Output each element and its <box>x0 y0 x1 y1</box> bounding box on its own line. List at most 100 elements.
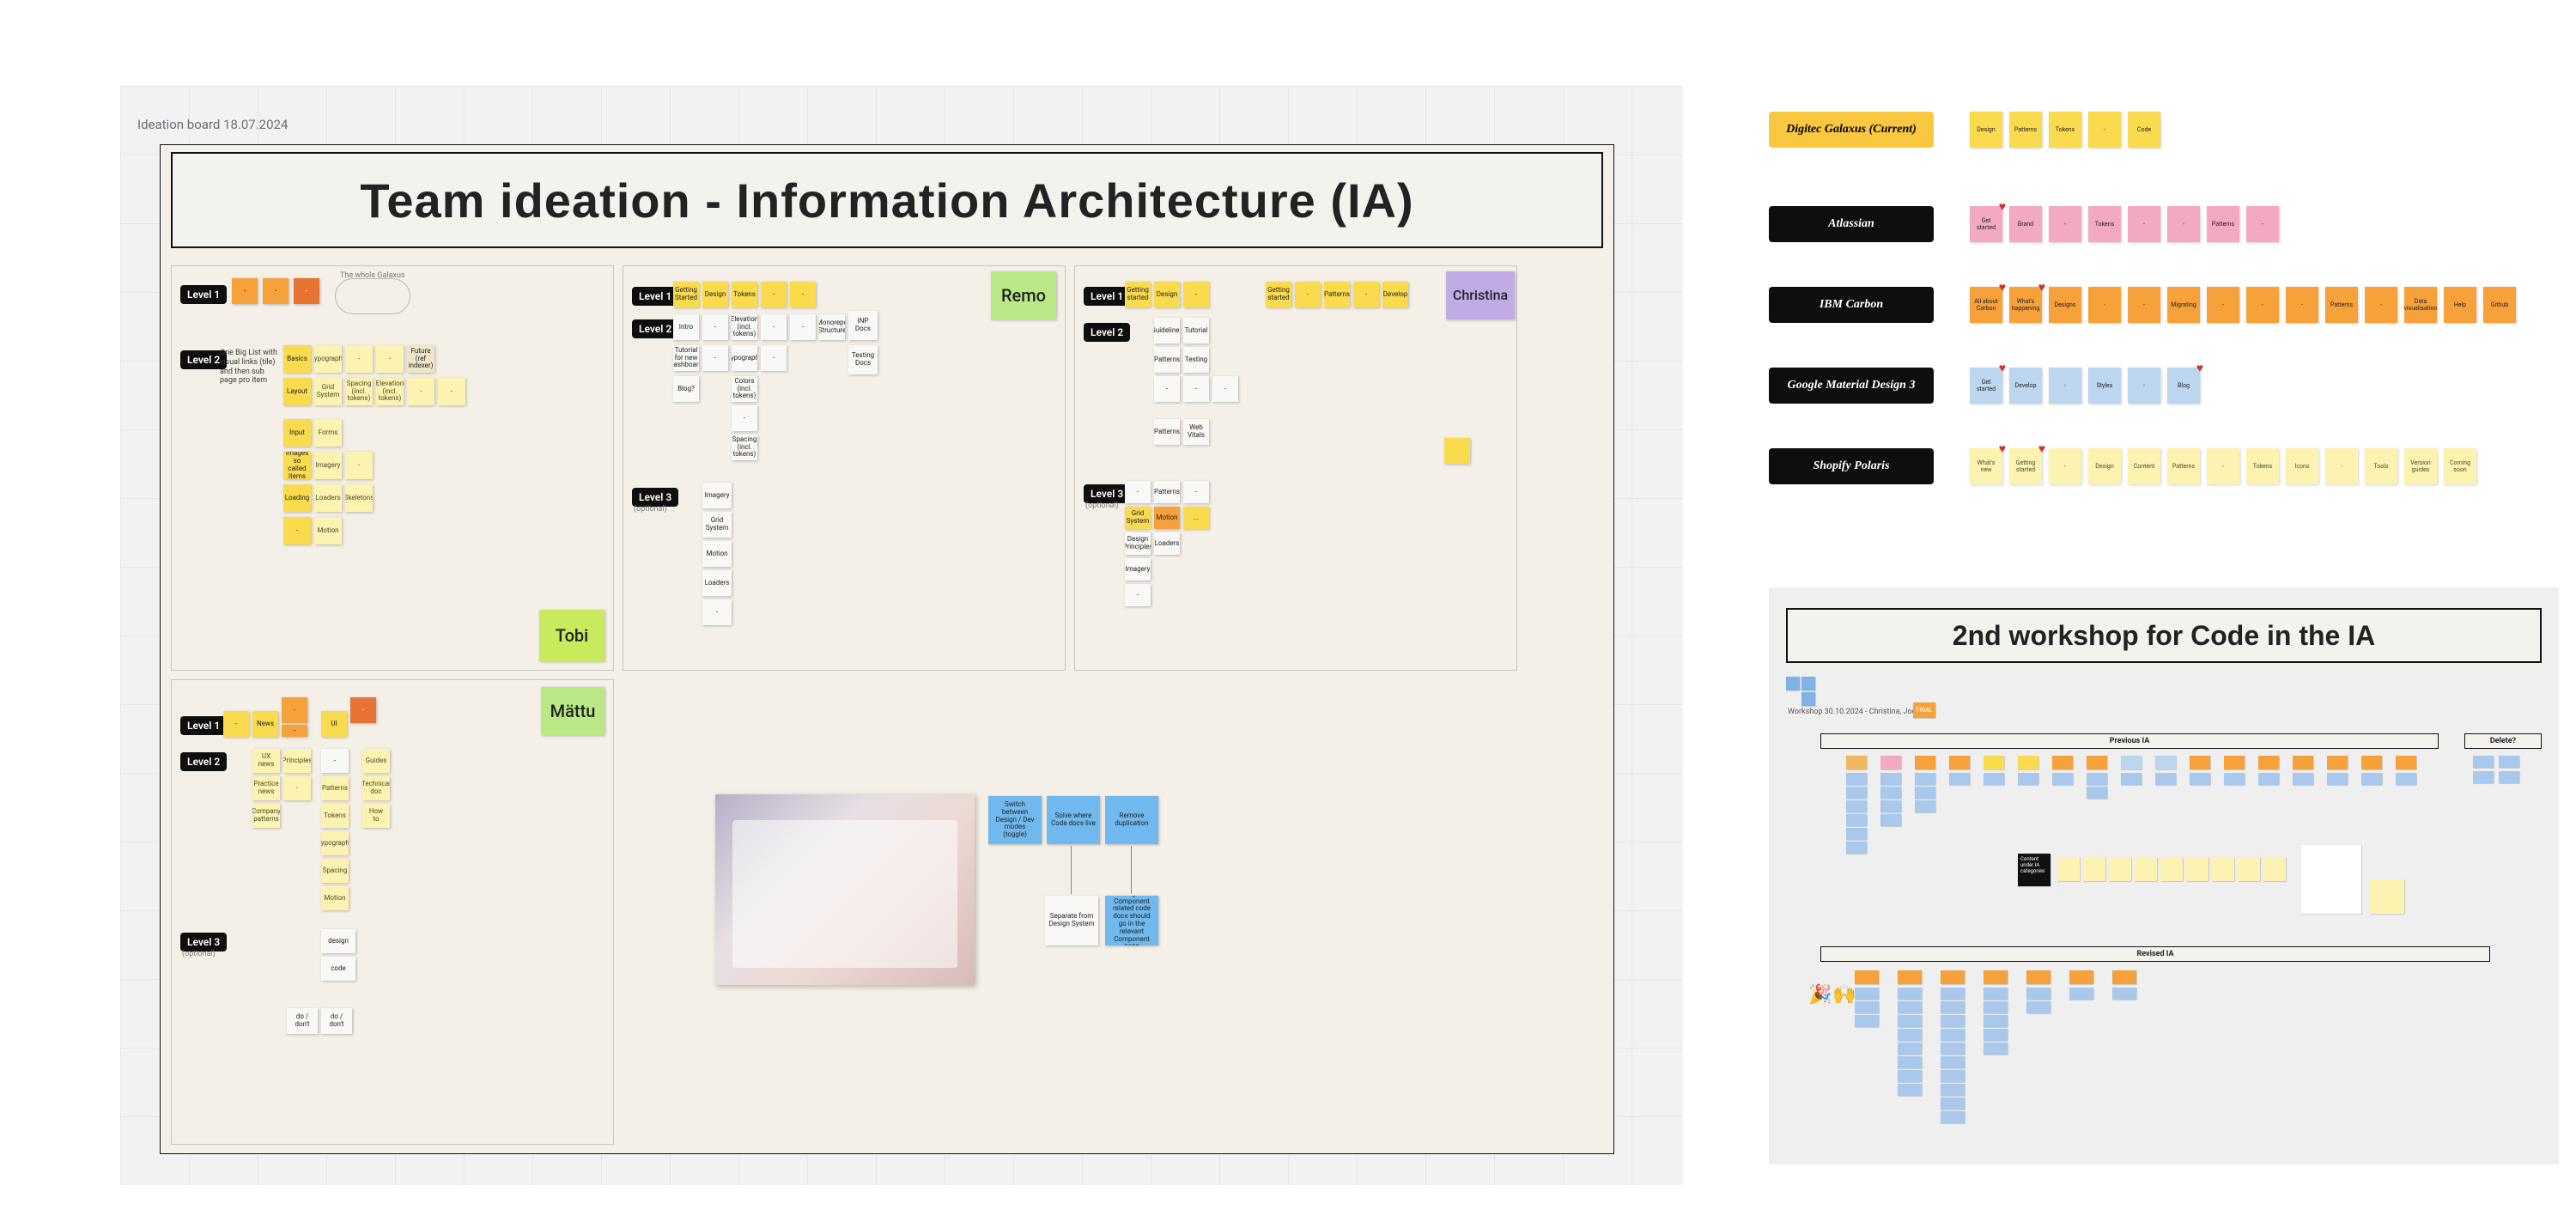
sticky-note[interactable]: design <box>321 929 355 953</box>
ref-note[interactable]: Tokens <box>2088 206 2121 242</box>
ref-note[interactable]: Migrating <box>2167 287 2200 323</box>
mini-note[interactable] <box>2112 988 2136 1000</box>
mini-note[interactable] <box>2499 756 2519 768</box>
mini-note[interactable] <box>1898 1070 1922 1082</box>
ref-note[interactable]: - <box>2246 206 2279 242</box>
sticky-note[interactable]: Guidelines <box>1154 318 1180 344</box>
mini-note[interactable] <box>1898 970 1922 984</box>
ref-row-carbon[interactable]: IBM Carbon All about Carbon What's happe… <box>1769 287 2516 323</box>
sticky-note[interactable]: Getting started <box>1125 282 1151 307</box>
sticky-note[interactable]: - <box>702 599 732 625</box>
sticky-note[interactable]: - <box>702 345 728 371</box>
mini-note[interactable] <box>1941 970 1965 984</box>
ref-note[interactable]: Patterns <box>2009 112 2042 148</box>
ref-note[interactable]: Getting started <box>2009 448 2042 484</box>
ref-note[interactable]: Styles <box>2088 368 2121 404</box>
sticky-note[interactable]: - <box>790 282 816 307</box>
sticky-note[interactable]: Tokens <box>732 282 757 307</box>
ref-row-atlassian[interactable]: Atlassian Get started Brand - Tokens - -… <box>1769 206 2279 242</box>
ref-note[interactable]: Tools <box>2365 448 2397 484</box>
mini-note[interactable] <box>2155 756 2176 769</box>
mini-note[interactable] <box>1941 1070 1965 1082</box>
sticky-note[interactable]: How to <box>362 804 390 828</box>
ref-note[interactable]: Designs <box>2049 287 2081 323</box>
mini-note[interactable] <box>2361 773 2382 785</box>
sticky-note[interactable]: Grid System <box>702 512 732 538</box>
mini-note[interactable] <box>2087 756 2107 769</box>
ref-note[interactable]: Content <box>2128 448 2160 484</box>
ref-note[interactable]: Get started <box>1970 206 2002 242</box>
mini-note[interactable] <box>1941 1056 1965 1068</box>
whiteboard-photo[interactable] <box>715 794 975 985</box>
sticky-note[interactable]: - <box>1125 584 1151 606</box>
mini-note[interactable] <box>2083 857 2105 881</box>
sticky-note[interactable]: - <box>1183 282 1209 307</box>
sticky-note[interactable]: do / don't <box>287 1008 318 1034</box>
mini-note[interactable] <box>2186 857 2208 881</box>
ref-note[interactable]: Patterns <box>2325 287 2358 323</box>
sticky-note[interactable]: Develop <box>1382 282 1408 307</box>
sticky-note[interactable]: - <box>282 725 307 737</box>
ref-note[interactable]: - <box>2049 368 2081 404</box>
ref-note[interactable]: Patterns <box>2167 448 2200 484</box>
mini-note[interactable] <box>1880 773 1901 785</box>
panel-mattu[interactable]: Mättu Level 1 - News - - UI - Level 2 UX… <box>171 679 614 1145</box>
sticky-note[interactable]: Monorepo Structure <box>819 314 845 340</box>
sticky-note[interactable]: - <box>702 314 728 340</box>
mini-note[interactable] <box>1941 1015 1965 1027</box>
mini-note[interactable] <box>2238 857 2260 881</box>
mini-note[interactable] <box>1941 1111 1965 1123</box>
sticky-note[interactable]: Switch between Design / Dev modes (toggl… <box>988 796 1042 844</box>
sticky-note[interactable]: code <box>321 957 355 981</box>
sticky-note[interactable]: Typography <box>321 831 349 855</box>
sticky-note[interactable]: News <box>252 711 278 737</box>
sticky-note[interactable]: Getting Started <box>673 282 699 307</box>
sticky-note[interactable]: Elevation (incl. tokens) <box>376 378 404 405</box>
mini-note[interactable] <box>1941 1043 1965 1055</box>
mini-note[interactable] <box>2190 756 2210 769</box>
mini-note[interactable] <box>2293 756 2313 769</box>
mini-note[interactable] <box>2052 756 2073 769</box>
mini-note[interactable] <box>2473 771 2494 783</box>
author-tag[interactable]: Remo <box>991 271 1056 319</box>
sticky-note[interactable]: Layout <box>283 378 311 405</box>
sticky-note[interactable]: Imagery <box>314 452 342 479</box>
mini-note[interactable] <box>2109 857 2131 881</box>
mini-note[interactable] <box>2121 756 2142 769</box>
mini-note[interactable] <box>1880 756 1901 769</box>
mini-note[interactable] <box>2361 756 2382 769</box>
sticky-note[interactable]: Motion <box>702 541 732 567</box>
sticky-note[interactable]: Tutorial for new dashboard <box>673 345 699 371</box>
ref-note[interactable]: Design <box>2088 448 2121 484</box>
mini-note[interactable] <box>2190 773 2210 785</box>
sticky-note[interactable]: - <box>350 697 376 723</box>
sticky-note[interactable]: Technical doc <box>362 776 390 800</box>
sticky-note[interactable]: Principles <box>283 749 311 773</box>
mini-note[interactable] <box>1941 1001 1965 1013</box>
sticky-note[interactable] <box>1444 438 1470 464</box>
mini-note[interactable] <box>1941 988 1965 1000</box>
mini-note[interactable] <box>1941 1029 1965 1041</box>
mini-note[interactable] <box>1880 787 1901 799</box>
mini-note[interactable] <box>2052 773 2073 785</box>
mini-note[interactable] <box>1984 1043 2008 1055</box>
mini-note[interactable] <box>1984 1015 2008 1027</box>
ref-note[interactable]: Tokens <box>2246 448 2279 484</box>
sticky-note[interactable]: Loaders <box>314 484 342 512</box>
sticky-note[interactable]: Spacing <box>321 859 349 883</box>
mini-note[interactable] <box>1898 1015 1922 1027</box>
sticky-note[interactable]: e.g. Component related code docs should … <box>1105 896 1158 945</box>
mini-note[interactable] <box>2018 756 2038 769</box>
mini-note[interactable] <box>2069 970 2093 984</box>
sticky-note[interactable]: Colors (incl. tokens) <box>732 376 757 402</box>
ref-row-material[interactable]: Google Material Design 3 Get started Dev… <box>1769 368 2200 404</box>
mini-note[interactable] <box>2327 773 2348 785</box>
sticky-note[interactable]: Guides <box>362 749 390 773</box>
mini-panel[interactable] <box>2301 845 2361 914</box>
mini-note[interactable] <box>1786 677 1800 690</box>
ref-note[interactable]: - <box>2286 287 2318 323</box>
ref-note[interactable]: Code <box>2128 112 2160 148</box>
sticky-note[interactable]: Typography <box>732 345 757 371</box>
mini-note[interactable] <box>1855 1001 1879 1013</box>
workshop-board[interactable]: 2nd workshop for Code in the IA Workshop… <box>1769 587 2559 1164</box>
